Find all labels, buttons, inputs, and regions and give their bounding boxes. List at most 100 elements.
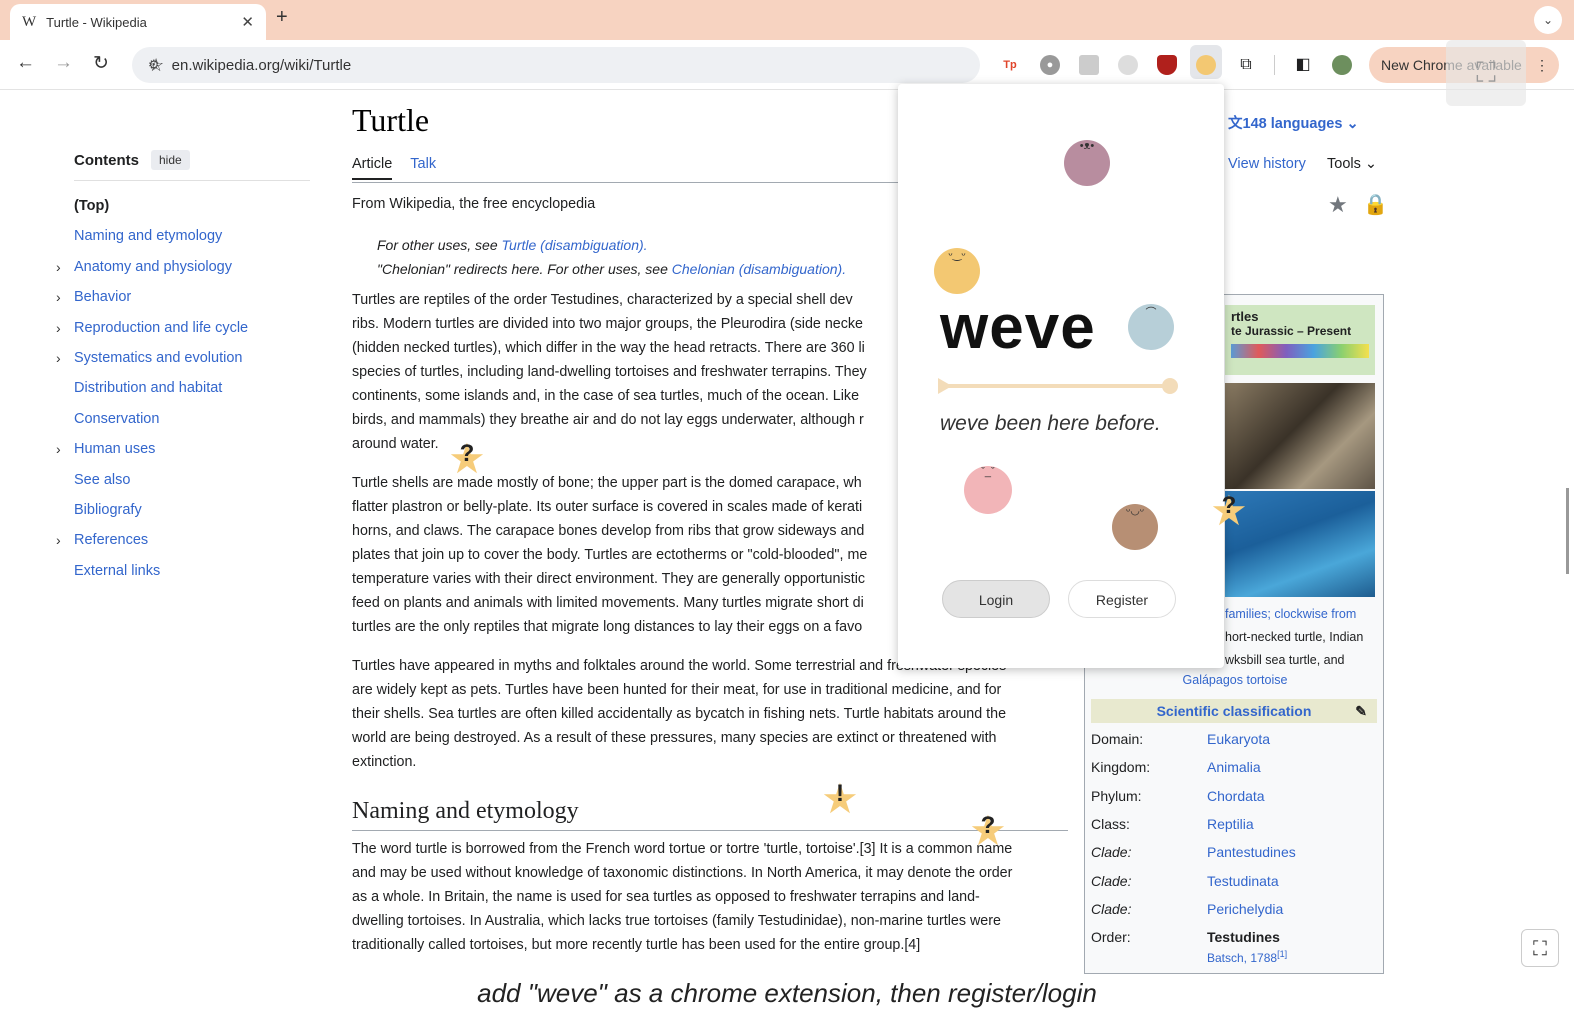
turtle-photo-1[interactable] — [1225, 383, 1375, 489]
toc-item[interactable]: › Reproduction and life cycle — [56, 313, 310, 343]
toc-item-label: See also — [74, 471, 131, 488]
text-line: Turtles are reptiles of the order Testud… — [352, 292, 853, 308]
toc-item[interactable]: › Behavior — [56, 282, 310, 312]
chevron-right-icon[interactable]: › — [56, 434, 61, 464]
taxonomy-rank: Clade: — [1091, 900, 1132, 917]
slider-knob[interactable] — [1162, 378, 1178, 394]
toc-item[interactable]: Naming and etymology — [74, 221, 310, 251]
text-line: species of turtles, including land-dwell… — [352, 364, 867, 380]
tab-article[interactable]: Article — [352, 156, 393, 180]
toc-hide-button[interactable]: hide — [151, 150, 190, 170]
profile-avatar[interactable] — [1332, 55, 1352, 75]
taxonomy-value[interactable]: Chordata — [1207, 788, 1265, 804]
caption-galapagos[interactable]: Galápagos tortoise — [1085, 673, 1385, 687]
tools-menu[interactable]: Tools ⌄ — [1327, 156, 1377, 172]
purple-blob-icon: •ᴥ• — [1064, 140, 1110, 186]
toc-item-label: Reproduction and life cycle — [74, 319, 249, 336]
extension-tp-icon[interactable]: Tp — [1000, 55, 1020, 75]
hatnote-2-text: "Chelonian" redirects here. For other us… — [377, 261, 668, 277]
authority-text[interactable]: Batsch, 1788 — [1207, 951, 1277, 965]
toc-item[interactable]: External links — [74, 556, 310, 586]
toc-item[interactable]: › References — [56, 525, 310, 555]
view-history-link[interactable]: View history — [1228, 156, 1306, 172]
question-mark: ? — [459, 440, 475, 467]
extension-circle-icon[interactable]: ● — [1040, 55, 1060, 75]
question-marker-icon[interactable]: ★? — [962, 806, 1014, 855]
taxonomy-row: Clade: Testudinata — [1091, 873, 1377, 889]
toc-item[interactable]: (Top) — [74, 191, 310, 221]
hatnote-1: For other uses, see Turtle (disambiguati… — [377, 233, 648, 257]
taxonomy-rank: Domain: — [1091, 731, 1144, 747]
chevron-right-icon[interactable]: › — [56, 343, 61, 373]
extension-gray-icon[interactable] — [1118, 55, 1138, 75]
section-divider — [352, 830, 1068, 831]
chevron-right-icon[interactable]: › — [56, 282, 61, 312]
edit-pencil-icon[interactable]: ✎ — [1355, 699, 1367, 723]
toc-item[interactable]: › Human uses — [56, 434, 310, 464]
hatnote-1-link[interactable]: Turtle (disambiguation). — [502, 237, 648, 253]
toc-item[interactable]: Bibliografy — [74, 495, 310, 525]
sci-head-label: Scientific classification — [1156, 703, 1312, 719]
chevron-right-icon[interactable]: › — [56, 252, 61, 282]
close-tab-icon[interactable]: ✕ — [241, 13, 254, 31]
taxonomy-value[interactable]: Reptilia — [1207, 816, 1254, 832]
extension-k-icon[interactable] — [1079, 55, 1099, 75]
scrollbar-handle[interactable] — [1566, 488, 1569, 574]
tab-search-button[interactable]: ⌄ — [1534, 6, 1562, 34]
new-tab-button[interactable]: + — [276, 6, 288, 29]
extension-shield-icon[interactable] — [1157, 55, 1177, 75]
toc-item[interactable]: See also — [74, 465, 310, 495]
register-button[interactable]: Register — [1068, 580, 1176, 618]
question-marker-icon[interactable]: ★? — [441, 434, 493, 483]
question-marker-icon[interactable]: ★? — [1206, 486, 1252, 535]
taxonomy-row: Domain: Eukaryota — [1091, 731, 1377, 747]
side-panel-icon[interactable]: ◧ — [1293, 55, 1313, 75]
toc-item[interactable]: Conservation — [74, 404, 310, 434]
watch-star-icon[interactable]: ★ — [1328, 192, 1348, 218]
toc-item[interactable]: Distribution and habitat — [74, 373, 310, 403]
text-line: dwelling tortoises. In Australia, which … — [352, 913, 1001, 929]
taxon-authority: Batsch, 1788[1] — [1207, 949, 1288, 965]
browser-toolbar: ← → ↻ ⚙ en.wikipedia.org/wiki/Turtle ☆ T… — [0, 40, 1574, 90]
fullscreen-icon[interactable]: ⛶ — [1521, 929, 1559, 967]
reload-icon[interactable]: ↻ — [93, 52, 109, 75]
taxonomy-value[interactable]: Animalia — [1207, 759, 1261, 775]
taxonomy-rank: Class: — [1091, 815, 1130, 832]
tools-label: Tools — [1327, 156, 1361, 172]
chevron-right-icon[interactable]: › — [56, 313, 61, 343]
browser-tab[interactable]: W Turtle - Wikipedia ✕ — [10, 4, 266, 40]
text-line: horns, and claws. The carapace bones dev… — [352, 523, 865, 539]
exclamation-marker-icon[interactable]: ★! — [814, 774, 866, 823]
forward-icon[interactable]: → — [54, 52, 73, 74]
weve-logo: weve — [940, 293, 1096, 362]
text-line: flatter plastron or belly-plate. Its out… — [352, 499, 863, 515]
hatnote-2-link[interactable]: Chelonian (disambiguation). — [672, 261, 846, 277]
taxonomy-value[interactable]: Testudinata — [1207, 873, 1279, 889]
menu-dots-icon[interactable]: ⋮ — [1535, 47, 1549, 83]
text-line: temperature varies with their direct env… — [352, 571, 866, 587]
taxonomy-value[interactable]: Perichelydia — [1207, 901, 1283, 917]
toc-item[interactable]: › Anatomy and physiology — [56, 252, 310, 282]
address-bar[interactable]: ⚙ en.wikipedia.org/wiki/Turtle ☆ — [132, 47, 980, 83]
toc-item[interactable]: › Systematics and evolution — [56, 343, 310, 373]
text-line: world are being destroyed. As a result o… — [352, 730, 997, 746]
taxonomy-value[interactable]: Pantestudines — [1207, 844, 1296, 860]
weve-extension-icon[interactable] — [1196, 55, 1216, 75]
text-line: (hidden necked turtles), which differ in… — [352, 340, 865, 356]
fullscreen-overlay-icon[interactable]: ⛶ — [1446, 40, 1526, 106]
languages-button[interactable]: 文148 languages ⌄ — [1228, 112, 1359, 133]
taxonomy-value[interactable]: Testudines — [1207, 929, 1280, 945]
taxonomy-row: Phylum: Chordata — [1091, 788, 1377, 804]
tab-talk[interactable]: Talk — [410, 156, 436, 180]
timeline-slider[interactable] — [938, 378, 1178, 394]
text-line: The word turtle is borrowed from the Fre… — [352, 841, 1013, 857]
login-button[interactable]: Login — [942, 580, 1050, 618]
blue-blob-icon: ⌒ — [1128, 304, 1174, 350]
toc-item-label: External links — [74, 562, 161, 579]
bookmark-star-icon[interactable]: ☆ — [148, 55, 164, 76]
chevron-right-icon[interactable]: › — [56, 525, 61, 555]
extensions-puzzle-icon[interactable]: ⧉ — [1236, 55, 1256, 75]
back-icon[interactable]: ← — [16, 52, 35, 74]
taxonomy-value[interactable]: Eukaryota — [1207, 731, 1270, 747]
taxonomy-rank: Clade: — [1091, 872, 1132, 889]
